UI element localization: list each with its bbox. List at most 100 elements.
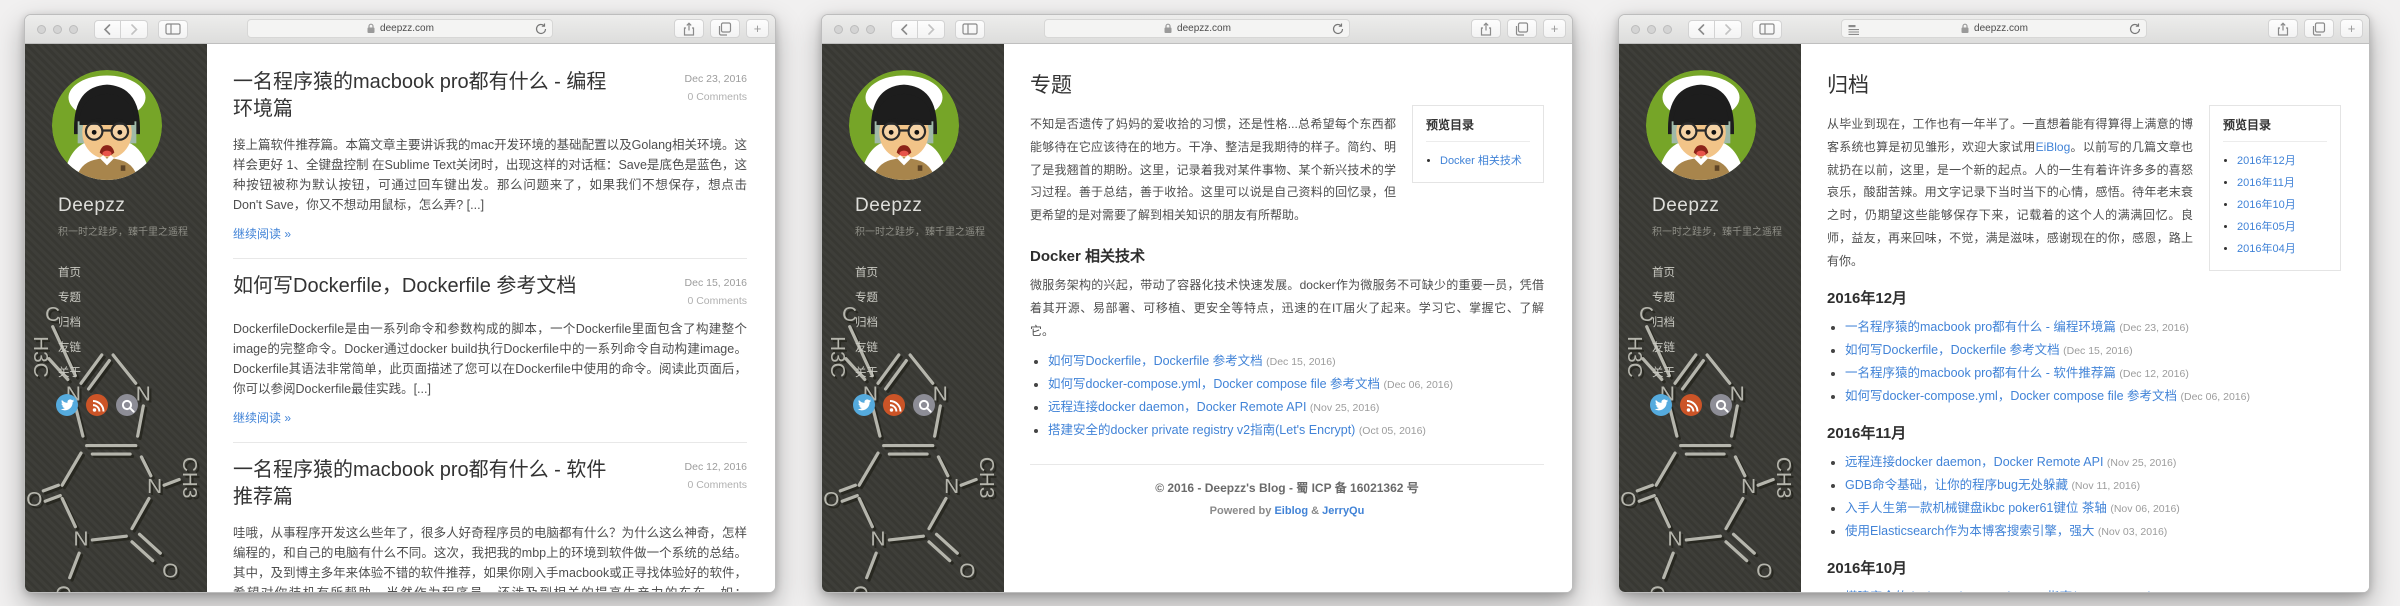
sidebar-item-archive[interactable]: 归档 bbox=[58, 314, 207, 330]
post-link[interactable]: 一名程序猿的macbook pro都有什么 - 编程环境篇 bbox=[1845, 320, 2116, 334]
new-tab-button[interactable]: + bbox=[2340, 19, 2363, 38]
zoom-window-button[interactable] bbox=[1663, 25, 1672, 34]
post-link[interactable]: 如何写Dockerfile，Dockerfile 参考文档 bbox=[1845, 343, 2060, 357]
back-button[interactable] bbox=[1688, 20, 1715, 39]
address-bar[interactable]: deepzz.com bbox=[1841, 19, 2147, 38]
search-icon[interactable] bbox=[1710, 394, 1732, 416]
tab-overview-button[interactable] bbox=[2304, 19, 2334, 38]
address-bar[interactable]: deepzz.com bbox=[247, 19, 553, 38]
twitter-icon[interactable] bbox=[56, 394, 78, 416]
search-icon[interactable] bbox=[913, 394, 935, 416]
new-tab-button[interactable]: + bbox=[1543, 19, 1566, 38]
post-link[interactable]: 远程连接docker daemon，Docker Remote API bbox=[1845, 455, 2103, 469]
minimize-window-button[interactable] bbox=[53, 25, 62, 34]
zoom-window-button[interactable] bbox=[866, 25, 875, 34]
post-link[interactable]: 远程连接docker daemon，Docker Remote API bbox=[1048, 400, 1306, 414]
post-link[interactable]: 如何写Dockerfile，Dockerfile 参考文档 bbox=[1048, 354, 1263, 368]
post-meta: Dec 12, 2016 0 Comments bbox=[685, 457, 747, 491]
post-comments[interactable]: 0 Comments bbox=[685, 295, 747, 307]
sidebar-item-links[interactable]: 友链 bbox=[1652, 339, 1801, 355]
sidebar-item-home[interactable]: 首页 bbox=[1652, 264, 1801, 280]
sidebar-item-archive[interactable]: 归档 bbox=[1652, 314, 1801, 330]
sidebar-item-home[interactable]: 首页 bbox=[58, 264, 207, 280]
read-more-link[interactable]: 继续阅读 » bbox=[233, 409, 291, 426]
share-button[interactable] bbox=[2268, 19, 2298, 38]
share-button[interactable] bbox=[1471, 19, 1501, 38]
sidebar-item-topics[interactable]: 专题 bbox=[855, 289, 1004, 305]
tab-overview-button[interactable] bbox=[710, 19, 740, 38]
post-link[interactable]: 搭建安全的docker private registry v2指南(Let's … bbox=[1048, 423, 1355, 437]
post-comments[interactable]: 0 Comments bbox=[685, 479, 747, 491]
address-bar[interactable]: deepzz.com bbox=[1044, 19, 1350, 38]
search-icon[interactable] bbox=[116, 394, 138, 416]
post-link[interactable]: 一名程序猿的macbook pro都有什么 - 软件推荐篇 bbox=[1845, 366, 2116, 380]
sidebar-toggle-button[interactable] bbox=[955, 20, 985, 39]
close-window-button[interactable] bbox=[834, 25, 843, 34]
twitter-icon[interactable] bbox=[853, 394, 875, 416]
sidebar-item-home[interactable]: 首页 bbox=[855, 264, 1004, 280]
post-link[interactable]: 入手人生第一款机械键盘ikbc poker61键位 茶轴 bbox=[1845, 501, 2107, 515]
minimize-window-button[interactable] bbox=[850, 25, 859, 34]
sidebar-item-links[interactable]: 友链 bbox=[58, 339, 207, 355]
rss-icon[interactable] bbox=[86, 394, 108, 416]
post-title[interactable]: 如何写Dockerfile，Dockerfile 参考文档 bbox=[233, 273, 576, 300]
forward-button[interactable] bbox=[918, 20, 945, 39]
forward-button[interactable] bbox=[1715, 20, 1742, 39]
toc-link[interactable]: 2016年05月 bbox=[2237, 221, 2296, 233]
avatar[interactable] bbox=[849, 70, 959, 180]
reload-icon[interactable] bbox=[1332, 23, 1344, 38]
post-title[interactable]: 一名程序猿的macbook pro都有什么 - 软件推荐篇 bbox=[233, 457, 624, 511]
post-link[interactable]: GDB命令基础，让你的程序bug无处躲藏 bbox=[1845, 478, 2068, 492]
new-tab-button[interactable]: + bbox=[746, 19, 769, 38]
toc-link[interactable]: 2016年11月 bbox=[2237, 177, 2295, 189]
sidebar-item-about[interactable]: 关于 bbox=[58, 364, 207, 380]
sidebar-item-topics[interactable]: 专题 bbox=[1652, 289, 1801, 305]
toc-item: Docker 相关技术 bbox=[1440, 150, 1530, 172]
toc-link[interactable]: 2016年04月 bbox=[2237, 243, 2296, 255]
jerryqu-link[interactable]: JerryQu bbox=[1322, 505, 1364, 517]
toc-link[interactable]: 2016年10月 bbox=[2237, 199, 2296, 211]
forward-button[interactable] bbox=[121, 20, 148, 39]
sidebar-item-about[interactable]: 关于 bbox=[855, 364, 1004, 380]
sidebar-item-links[interactable]: 友链 bbox=[855, 339, 1004, 355]
minimize-window-button[interactable] bbox=[1647, 25, 1656, 34]
eiblog-link[interactable]: EiBlog bbox=[2036, 140, 2071, 154]
rss-icon[interactable] bbox=[1680, 394, 1702, 416]
post-link[interactable]: 使用Elasticsearch作为本博客搜索引擎，强大 bbox=[1845, 524, 2094, 538]
powered-by: Powered by Eiblog & JerryQu bbox=[1030, 505, 1544, 517]
post-title[interactable]: 一名程序猿的macbook pro都有什么 - 编程环境篇 bbox=[233, 69, 624, 123]
sidebar-item-archive[interactable]: 归档 bbox=[855, 314, 1004, 330]
twitter-icon[interactable] bbox=[1650, 394, 1672, 416]
post-link[interactable]: 如何写docker-compose.yml，Docker compose fil… bbox=[1845, 389, 2177, 403]
post-link[interactable]: 搭建安全的docker private registry v2指南(Let's … bbox=[1845, 590, 2152, 592]
sidebar-toggle-button[interactable] bbox=[158, 20, 188, 39]
reload-icon[interactable] bbox=[2129, 23, 2141, 38]
post-date: Dec 12, 2016 bbox=[685, 461, 747, 473]
sidebar-item-topics[interactable]: 专题 bbox=[58, 289, 207, 305]
reload-icon[interactable] bbox=[535, 23, 547, 38]
share-button[interactable] bbox=[674, 19, 704, 38]
back-button[interactable] bbox=[94, 20, 121, 39]
rss-icon[interactable] bbox=[883, 394, 905, 416]
zoom-window-button[interactable] bbox=[69, 25, 78, 34]
read-more-link[interactable]: 继续阅读 » bbox=[233, 225, 291, 242]
footer: © 2016 - Deepzz's Blog - 蜀 ICP 备 1602136… bbox=[1030, 479, 1544, 517]
toc-link[interactable]: Docker 相关技术 bbox=[1440, 155, 1522, 167]
avatar[interactable] bbox=[1646, 70, 1756, 180]
sidebar-toggle-button[interactable] bbox=[1752, 20, 1782, 39]
close-window-button[interactable] bbox=[37, 25, 46, 34]
avatar[interactable] bbox=[52, 70, 162, 180]
section-intro: 微服务架构的兴起，带动了容器化技术快速发展。docker作为微服务不可缺少的重要… bbox=[1030, 274, 1544, 342]
toc-link[interactable]: 2016年12月 bbox=[2237, 155, 2296, 167]
back-button[interactable] bbox=[891, 20, 918, 39]
eiblog-link[interactable]: Eiblog bbox=[1274, 505, 1308, 517]
month-heading: 2016年12月 bbox=[1827, 287, 2341, 308]
tab-overview-button[interactable] bbox=[1507, 19, 1537, 38]
post-date: (Dec 06, 2016) bbox=[2181, 391, 2250, 403]
post-comments[interactable]: 0 Comments bbox=[685, 91, 747, 103]
history-nav bbox=[94, 20, 148, 39]
post-link[interactable]: 如何写docker-compose.yml，Docker compose fil… bbox=[1048, 377, 1380, 391]
close-window-button[interactable] bbox=[1631, 25, 1640, 34]
reader-mode-icon[interactable] bbox=[1848, 24, 1860, 39]
sidebar-item-about[interactable]: 关于 bbox=[1652, 364, 1801, 380]
